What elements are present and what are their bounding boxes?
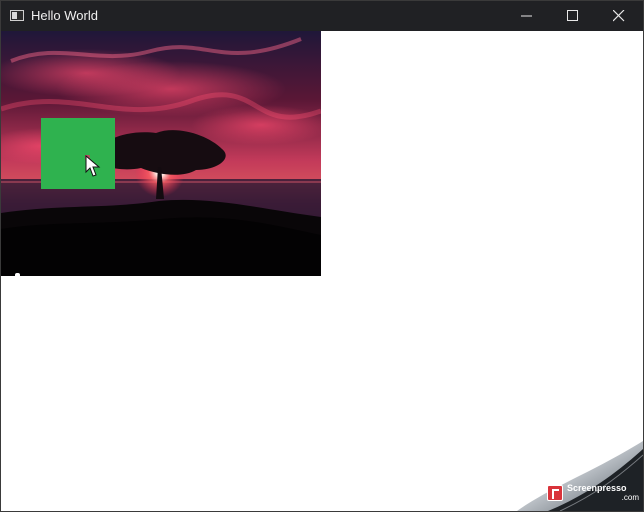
- maximize-button[interactable]: [550, 1, 596, 31]
- window-content: Screenpresso .com: [1, 31, 643, 511]
- close-icon: [613, 10, 625, 22]
- maximize-icon: [567, 10, 578, 21]
- close-button[interactable]: [596, 1, 642, 31]
- watermark-brand: Screenpresso: [567, 483, 627, 493]
- minimize-icon: [521, 15, 532, 17]
- mouse-pointer-icon: [85, 155, 101, 177]
- sunset-tree-image: [1, 31, 321, 276]
- window-title: Hello World: [31, 8, 98, 23]
- title-bar[interactable]: Hello World: [1, 1, 643, 31]
- green-square[interactable]: [41, 118, 115, 189]
- minimize-button[interactable]: [504, 1, 550, 31]
- app-window: Hello World Screenpresso .com: [0, 0, 644, 512]
- screenpresso-watermark: Screenpresso .com: [547, 483, 639, 507]
- watermark-domain: .com: [621, 493, 639, 502]
- app-icon: [10, 10, 24, 21]
- screenpresso-logo-icon: [547, 485, 563, 501]
- small-marker: [15, 273, 20, 276]
